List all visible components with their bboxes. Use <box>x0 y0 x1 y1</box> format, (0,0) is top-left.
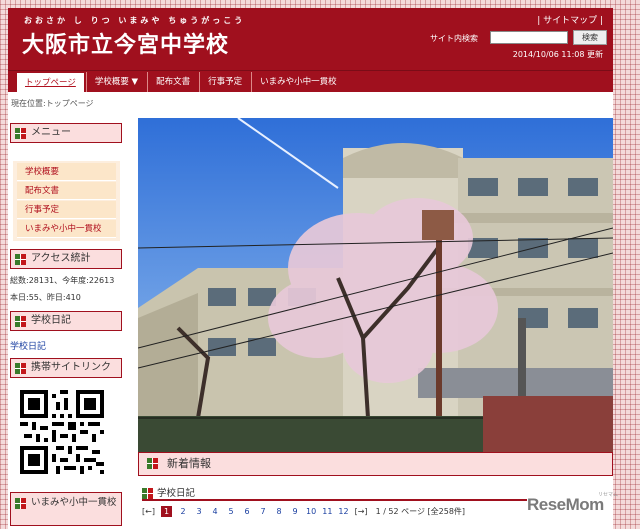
last-updated: 2014/10/06 11:08 更新 <box>512 50 603 59</box>
pager-page[interactable]: 12 <box>338 507 348 516</box>
diary-heading-label: 学校日記 <box>31 315 71 326</box>
pager-page[interactable]: 5 <box>226 507 236 516</box>
search-label: サイト内検索 <box>430 34 478 43</box>
section-icon <box>15 498 26 509</box>
section-icon <box>15 316 26 327</box>
menu-item-events[interactable]: 行事予定 <box>17 201 116 219</box>
pager-next[interactable]: [→] <box>355 507 368 516</box>
section-icon <box>15 363 26 374</box>
pager-page[interactable]: 9 <box>290 507 300 516</box>
page-frame: おおさか し りつ いまみや ちゅうがっこう 大阪市立今宮中学校 | サイトマッ… <box>8 8 613 529</box>
pager-page[interactable]: 7 <box>258 507 268 516</box>
global-nav: トップページ 学校概要 ▼ 配布文書 行事予定 いまみや小中一貫校 <box>8 70 613 92</box>
search-input[interactable] <box>490 31 568 44</box>
menu-item-documents[interactable]: 配布文書 <box>17 182 116 200</box>
pager-page[interactable]: 4 <box>210 507 220 516</box>
pager-page[interactable]: 11 <box>322 507 332 516</box>
pagination: [←] 1 2 3 4 5 6 7 8 9 10 11 12 [→] 1 / 5… <box>142 506 465 517</box>
diary-section-heading: 学校日記 <box>142 485 195 499</box>
pager-prev[interactable]: [←] <box>142 507 155 516</box>
search-button[interactable]: 検索 <box>573 30 607 45</box>
sitemap-link[interactable]: | サイトマップ | <box>537 13 603 26</box>
watermark-logo: ReseMom <box>527 495 604 514</box>
menu-list: 学校概要 配布文書 行事予定 いまみや小中一貫校 <box>13 161 120 241</box>
mobile-heading: 携帯サイトリンク <box>10 358 122 378</box>
access-heading: アクセス統計 <box>10 249 122 269</box>
pager-page[interactable]: 2 <box>178 507 188 516</box>
diary-heading: 学校日記 <box>10 311 122 331</box>
section-icon <box>147 458 158 469</box>
pager-summary: 1 / 52 ページ [全258件] <box>375 507 466 516</box>
tab-documents[interactable]: 配布文書 <box>147 72 198 92</box>
section-icon <box>15 128 26 139</box>
breadcrumb-prefix: 現在位置: <box>11 99 46 108</box>
menu-heading: メニュー <box>10 123 122 143</box>
pager-page[interactable]: 3 <box>194 507 204 516</box>
pager-page-current[interactable]: 1 <box>160 506 173 517</box>
pager-page[interactable]: 6 <box>242 507 252 516</box>
menu-item-integrated-school[interactable]: いまみや小中一貫校 <box>17 220 116 238</box>
site-header: おおさか し りつ いまみや ちゅうがっこう 大阪市立今宮中学校 | サイトマッ… <box>8 8 613 70</box>
title-ruby: おおさか し りつ いまみや ちゅうがっこう <box>24 16 246 25</box>
tab-events[interactable]: 行事予定 <box>199 72 250 92</box>
qr-code <box>20 390 104 474</box>
integrated-school-label: いまみや小中一貫校 <box>31 497 117 508</box>
pager-page[interactable]: 8 <box>274 507 284 516</box>
diary-link[interactable]: 学校日記 <box>10 339 46 352</box>
watermark-sub: リセマム <box>598 492 619 498</box>
integrated-school-heading[interactable]: いまみや小中一貫校 <box>10 492 122 526</box>
menu-heading-label: メニュー <box>31 127 71 138</box>
section-icon <box>142 488 153 499</box>
diary-section-label: 学校日記 <box>157 488 196 499</box>
tab-school-overview[interactable]: 学校概要 ▼ <box>85 72 146 92</box>
section-icon <box>15 254 26 265</box>
site-title[interactable]: 大阪市立今宮中学校 <box>22 27 229 59</box>
menu-item-school-overview[interactable]: 学校概要 <box>17 163 116 181</box>
news-heading-label: 新着情報 <box>167 457 211 470</box>
mobile-heading-label: 携帯サイトリンク <box>31 362 111 373</box>
breadcrumb-current: トップページ <box>45 99 94 108</box>
news-heading: 新着情報 <box>138 452 613 476</box>
access-heading-label: アクセス統計 <box>31 253 91 264</box>
diary-divider <box>142 499 527 501</box>
access-stats-total: 総数:28131、今年度:22613 <box>10 276 115 285</box>
access-stats-daily: 本日:55、昨日:410 <box>10 293 81 302</box>
breadcrumb: 現在位置:トップページ <box>11 98 94 109</box>
sidebar: メニュー 学校概要 配布文書 行事予定 いまみや小中一貫校 アクセス統計 総数:… <box>8 118 132 529</box>
pager-page[interactable]: 10 <box>306 507 316 516</box>
school-cherry-blossom-photo <box>138 118 613 452</box>
tab-top-page[interactable]: トップページ <box>16 72 85 92</box>
tab-integrated-school[interactable]: いまみや小中一貫校 <box>251 72 345 92</box>
